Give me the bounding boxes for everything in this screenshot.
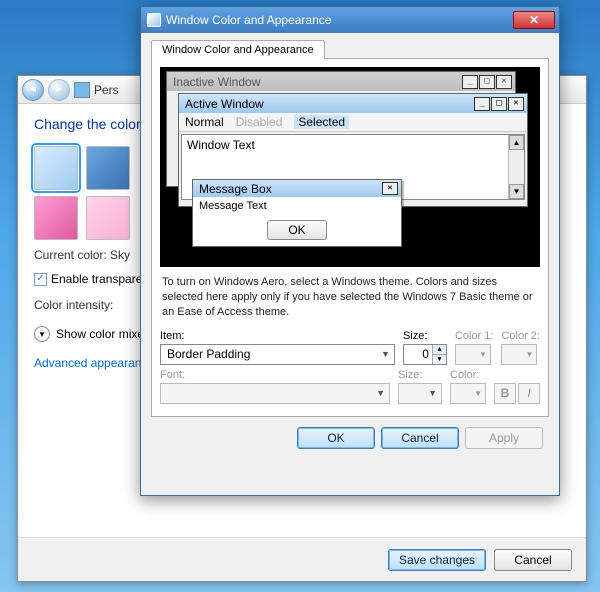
preview-inactive-titlebar[interactable]: Inactive Window _ □ ✕ <box>167 72 515 91</box>
dropdown-icon: ▼ <box>376 388 385 398</box>
msgbox-title: Message Box <box>199 182 272 196</box>
tab-panel: Inactive Window _ □ ✕ Active Window _ □ <box>151 58 549 417</box>
menu-selected[interactable]: Selected <box>294 115 349 129</box>
spin-up-icon[interactable]: ▲ <box>433 345 446 355</box>
close-icon[interactable]: ✕ <box>508 97 524 111</box>
color-swatch-blue[interactable] <box>86 146 130 190</box>
preview-area: Inactive Window _ □ ✕ Active Window _ □ <box>160 67 540 267</box>
maximize-icon[interactable]: □ <box>479 75 495 89</box>
font-label: Font: <box>160 369 390 381</box>
msgbox-text: Message Text <box>193 197 401 218</box>
color1-combo: ▼ <box>455 344 491 365</box>
fcolor-label: Color: <box>450 369 486 381</box>
minimize-icon[interactable]: _ <box>462 75 478 89</box>
font-color-combo: ▼ <box>450 383 486 404</box>
mixer-label: Show color mixer <box>56 327 148 341</box>
preview-active-titlebar[interactable]: Active Window _ □ ✕ <box>179 94 527 113</box>
spin-down-icon[interactable]: ▼ <box>433 355 446 364</box>
description-text: To turn on Windows Aero, select a Window… <box>162 275 538 320</box>
close-button[interactable]: ✕ <box>513 11 555 29</box>
item-combo[interactable]: Border Padding ▼ <box>160 344 395 365</box>
scroll-down-icon[interactable]: ▼ <box>509 184 524 199</box>
preview-active-title: Active Window <box>185 97 264 111</box>
fsize-label: Size: <box>398 369 442 381</box>
bold-button: B <box>494 383 516 404</box>
dialog-titlebar[interactable]: Window Color and Appearance ✕ <box>141 7 559 33</box>
msgbox-ok-button[interactable]: OK <box>267 220 327 240</box>
parent-cancel-button[interactable]: Cancel <box>494 549 572 571</box>
color-swatch-lightpink[interactable] <box>86 196 130 240</box>
dialog-icon <box>147 13 161 27</box>
cancel-button[interactable]: Cancel <box>381 427 459 449</box>
current-color-label: Current color: <box>34 248 107 262</box>
preview-inactive-title: Inactive Window <box>173 75 260 89</box>
window-color-appearance-dialog: Window Color and Appearance ✕ Window Col… <box>140 6 560 496</box>
save-changes-button[interactable]: Save changes <box>388 549 486 571</box>
preview-menu[interactable]: Normal Disabled Selected <box>179 113 527 132</box>
current-color-value: Sky <box>110 248 130 262</box>
item-label: Item: <box>160 330 395 342</box>
tab-window-color[interactable]: Window Color and Appearance <box>151 40 325 59</box>
color1-label: Color 1: <box>455 330 494 342</box>
dropdown-icon: ▼ <box>479 350 487 359</box>
chevron-down-icon[interactable]: ▾ <box>34 326 50 342</box>
parent-bottom-bar: Save changes Cancel <box>18 537 586 581</box>
ok-button[interactable]: OK <box>297 427 375 449</box>
italic-button: I <box>518 383 540 404</box>
dialog-button-row: OK Cancel Apply <box>151 417 549 449</box>
size-input[interactable] <box>404 345 432 364</box>
address-icon <box>74 82 90 98</box>
color-swatch-sky[interactable] <box>34 146 78 190</box>
menu-normal[interactable]: Normal <box>185 115 224 129</box>
close-icon[interactable]: ✕ <box>496 75 512 89</box>
preview-window-text: Window Text <box>187 138 255 152</box>
dropdown-icon: ▼ <box>526 350 534 359</box>
scrollbar-vertical[interactable]: ▲ ▼ <box>508 135 524 199</box>
font-combo: ▼ <box>160 383 390 404</box>
font-size-combo: ▼ <box>398 383 442 404</box>
tab-strip: Window Color and Appearance <box>151 39 549 58</box>
back-button[interactable]: ◄ <box>22 79 44 101</box>
transparency-checkbox[interactable]: ✓ <box>34 273 47 286</box>
preview-msgbox-titlebar[interactable]: Message Box ✕ <box>193 180 401 197</box>
color-swatch-pink[interactable] <box>34 196 78 240</box>
dropdown-icon: ▼ <box>474 389 482 398</box>
color2-combo: ▼ <box>501 344 537 365</box>
close-icon[interactable]: ✕ <box>382 182 398 195</box>
size-label: Size: <box>403 330 447 342</box>
minimize-icon[interactable]: _ <box>474 97 490 111</box>
dropdown-icon: ▼ <box>428 388 437 398</box>
color2-label: Color 2: <box>501 330 540 342</box>
address-text: Pers <box>94 83 119 97</box>
item-value: Border Padding <box>167 347 250 361</box>
dialog-title: Window Color and Appearance <box>166 13 331 27</box>
size-spinner[interactable]: ▲▼ <box>403 344 447 365</box>
maximize-icon[interactable]: □ <box>491 97 507 111</box>
menu-disabled: Disabled <box>236 115 283 129</box>
preview-message-box[interactable]: Message Box ✕ Message Text OK <box>192 179 402 247</box>
forward-button[interactable]: ► <box>48 79 70 101</box>
dropdown-icon: ▼ <box>381 349 390 359</box>
scroll-up-icon[interactable]: ▲ <box>509 135 524 150</box>
apply-button: Apply <box>465 427 543 449</box>
